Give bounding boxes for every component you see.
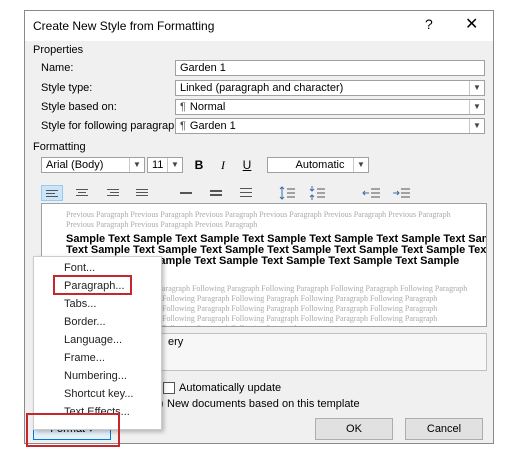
chevron-down-icon[interactable]: ▼ <box>167 158 182 172</box>
menu-item-numbering[interactable]: Numbering... <box>64 370 127 382</box>
bold-button[interactable]: B <box>189 157 209 173</box>
based-on-label: Style based on: <box>41 101 117 113</box>
decrease-indent-icon[interactable] <box>361 185 383 201</box>
description-text: ery <box>168 336 184 348</box>
single-spacing-button[interactable] <box>175 185 197 201</box>
double-spacing-button[interactable] <box>235 185 257 201</box>
chevron-down-icon[interactable]: ▼ <box>469 81 484 95</box>
name-label: Name: <box>41 62 74 74</box>
following-select[interactable]: ¶ Garden 1 ▼ <box>175 118 485 134</box>
formatting-heading: Formatting <box>33 141 86 153</box>
size-value: 11 <box>152 159 164 171</box>
menu-item-language[interactable]: Language... <box>64 334 122 346</box>
indent-icon <box>393 188 410 198</box>
font-value: Arial (Body) <box>46 159 104 171</box>
following-paragraph-text: aragraph Following Paragraph Following P… <box>162 284 468 326</box>
name-input[interactable]: Garden 1 <box>175 60 485 76</box>
ok-button[interactable]: OK <box>315 418 393 440</box>
underline-button[interactable]: U <box>237 157 257 173</box>
close-button[interactable]: ✕ <box>465 14 478 34</box>
paragraph-mark-icon: ¶ <box>180 120 186 132</box>
cancel-button[interactable]: Cancel <box>405 418 483 440</box>
decrease-spacing-icon[interactable] <box>307 185 329 201</box>
justify-button[interactable] <box>131 185 153 201</box>
following-label: Style for following paragraph: <box>41 120 184 132</box>
based-on-value: Normal <box>189 101 226 113</box>
style-type-value: Linked (paragraph and character) <box>180 82 344 94</box>
previous-paragraph-text: Previous Paragraph Previous Paragraph Pr… <box>66 210 451 229</box>
chevron-down-icon[interactable]: ▼ <box>129 158 144 172</box>
style-type-select[interactable]: Linked (paragraph and character) ▼ <box>175 80 485 96</box>
spacing-up-icon <box>279 186 295 200</box>
menu-item-frame[interactable]: Frame... <box>64 352 105 364</box>
auto-update-label: Automatically update <box>179 382 282 394</box>
properties-heading: Properties <box>33 44 84 56</box>
size-select[interactable]: 11 ▼ <box>147 157 183 173</box>
paragraph-highlight <box>53 275 132 295</box>
menu-item-font[interactable]: Font... <box>64 262 95 274</box>
font-color-select[interactable]: Automatic ▼ <box>267 157 369 173</box>
chevron-down-icon[interactable]: ▼ <box>469 119 484 133</box>
one-half-spacing-button[interactable] <box>205 185 227 201</box>
chevron-down-icon[interactable]: ▼ <box>469 100 484 114</box>
title-bar: Create New Style from Formatting ? ✕ <box>25 11 493 41</box>
based-on-select[interactable]: ¶ Normal ▼ <box>175 99 485 115</box>
align-left-button[interactable] <box>41 185 63 201</box>
new-docs-label: New documents based on this template <box>167 398 360 410</box>
style-type-label: Style type: <box>41 82 93 94</box>
align-center-button[interactable] <box>71 185 93 201</box>
help-button[interactable]: ? <box>425 16 433 32</box>
font-select[interactable]: Arial (Body) ▼ <box>41 157 145 173</box>
increase-spacing-icon[interactable] <box>277 185 299 201</box>
chevron-down-icon[interactable]: ▼ <box>353 158 368 172</box>
paragraph-mark-icon: ¶ <box>180 101 186 113</box>
menu-item-tabs[interactable]: Tabs... <box>64 298 96 310</box>
menu-item-shortcut-key[interactable]: Shortcut key... <box>64 388 134 400</box>
outdent-icon <box>362 188 380 198</box>
format-button-highlight <box>26 413 120 447</box>
italic-button[interactable]: I <box>213 157 233 173</box>
align-right-button[interactable] <box>101 185 123 201</box>
menu-item-border[interactable]: Border... <box>64 316 106 328</box>
auto-update-checkbox[interactable] <box>163 382 175 394</box>
increase-indent-icon[interactable] <box>391 185 413 201</box>
following-value: Garden 1 <box>189 120 236 132</box>
font-color-value: Automatic <box>295 159 345 171</box>
dialog-title: Create New Style from Formatting <box>33 19 215 33</box>
spacing-down-icon <box>309 186 325 200</box>
